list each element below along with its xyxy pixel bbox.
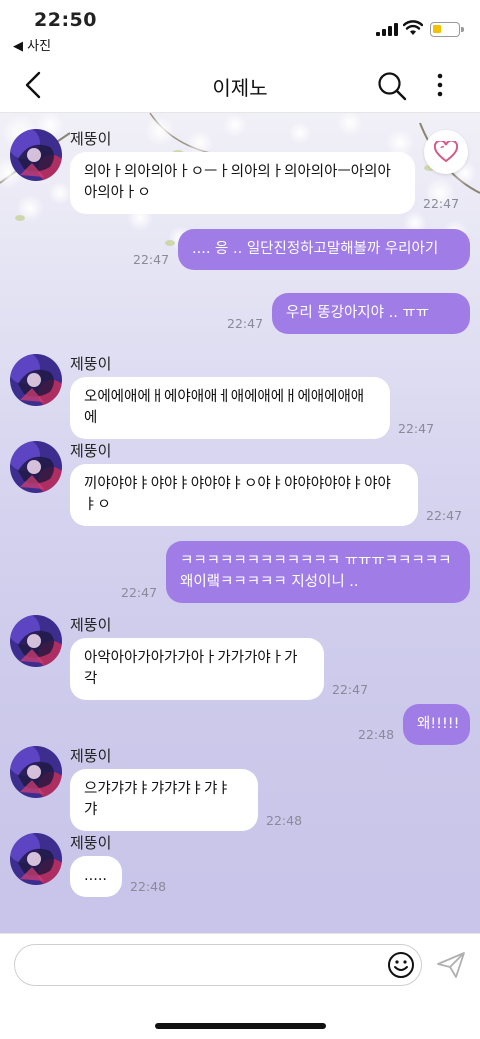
search-icon[interactable] xyxy=(377,71,407,101)
outgoing-message-bubble[interactable]: .... 응 .. 일단진정하고말해볼까 우리아기 xyxy=(178,229,470,270)
message-timestamp: 22:47 xyxy=(332,682,369,697)
avatar[interactable] xyxy=(10,441,62,493)
back-to-app-link[interactable]: ◀ 사진 xyxy=(13,35,51,54)
sender-name: 제뚱이 xyxy=(70,616,112,634)
send-icon[interactable] xyxy=(436,951,466,979)
avatar[interactable] xyxy=(10,833,62,885)
message-timestamp: 22:48 xyxy=(358,727,395,742)
incoming-message-bubble[interactable]: 끼야야야ㅑ야야ㅑ야야야ㅑㅇ야ㅑ야야야야야ㅑ야야ㅑㅇ xyxy=(70,464,418,526)
message-timestamp: 22:48 xyxy=(266,813,303,828)
avatar[interactable] xyxy=(10,129,62,181)
outgoing-message-bubble[interactable]: 우리 똥강아지야 .. ㅠㅠ xyxy=(272,293,470,334)
message-timestamp: 22:47 xyxy=(426,508,463,523)
sender-name: 제뚱이 xyxy=(70,834,112,852)
message-timestamp: 22:48 xyxy=(130,879,167,894)
sender-name: 제뚱이 xyxy=(70,355,112,373)
message-input[interactable] xyxy=(14,944,422,986)
incoming-message-bubble[interactable]: 아악아아가아가가아ㅏ가가가야ㅏ가각 xyxy=(70,638,324,700)
message-timestamp: 22:47 xyxy=(133,252,170,267)
outgoing-message-bubble[interactable]: ㅋㅋㅋㅋㅋㅋㅋㅋㅋㅋㅋㅋ ㅠㅠㅠㅋㅋㅋㅋㅋ 왜이랰ㅋㅋㅋㅋㅋ 지성이니 .. xyxy=(166,541,470,603)
home-indicator xyxy=(155,1023,326,1029)
chat-area[interactable]: 제뚱이 의아ㅏ의아의아ㅏㅇㅡㅏ의아의ㅏ의아의아ㅡ아의아아의아ㅏㅇ 22:47....… xyxy=(0,113,480,933)
wifi-icon xyxy=(403,20,423,35)
status-time: 22:50 xyxy=(34,9,97,31)
message-timestamp: 22:47 xyxy=(227,316,264,331)
sender-name: 제뚱이 xyxy=(70,442,112,460)
message-timestamp: 22:47 xyxy=(423,196,460,211)
avatar[interactable] xyxy=(10,615,62,667)
chat-header: 이제노 xyxy=(0,58,480,113)
incoming-message-bubble[interactable]: 의아ㅏ의아의아ㅏㅇㅡㅏ의아의ㅏ의아의아ㅡ아의아아의아ㅏㅇ xyxy=(70,152,415,214)
status-bar: 22:50 ◀ 사진 xyxy=(0,0,480,58)
message-timestamp: 22:47 xyxy=(398,421,435,436)
chat-title: 이제노 xyxy=(212,76,268,100)
message-timestamp: 22:47 xyxy=(121,585,158,600)
battery-icon xyxy=(430,22,464,37)
signal-icon xyxy=(376,23,398,36)
emoji-icon[interactable] xyxy=(387,951,415,979)
sender-name: 제뚱이 xyxy=(70,130,112,148)
incoming-message-bubble[interactable]: 오에에애에ㅐ에야애애ㅔ애에애에ㅐ에애에애애에 xyxy=(70,377,390,439)
input-bar xyxy=(0,933,480,1039)
incoming-message-bubble[interactable]: 으갸갸갸ㅑ갸갸갸ㅑ갸ㅑ갸 xyxy=(70,769,258,831)
avatar[interactable] xyxy=(10,354,62,406)
avatar[interactable] xyxy=(10,746,62,798)
more-vertical-icon[interactable] xyxy=(432,70,448,100)
heart-button[interactable] xyxy=(424,130,468,174)
outgoing-message-bubble[interactable]: 왜!!!!! xyxy=(403,704,470,745)
heart-icon xyxy=(434,141,458,163)
sender-name: 제뚱이 xyxy=(70,747,112,765)
incoming-message-bubble[interactable]: ..... xyxy=(70,856,122,897)
